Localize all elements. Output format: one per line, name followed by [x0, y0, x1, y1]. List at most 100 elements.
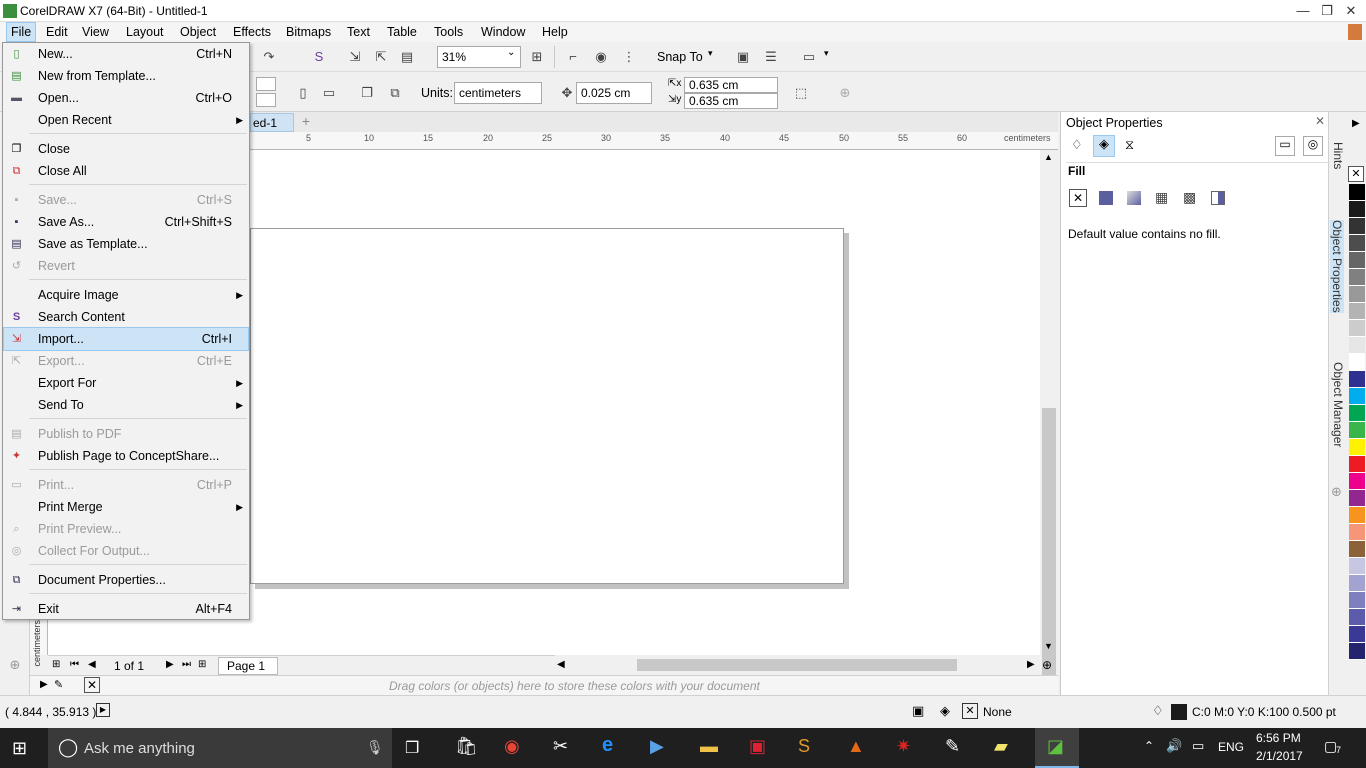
menu-item-open-recent[interactable]: Open Recent ▶ [4, 109, 248, 131]
color-swatch[interactable] [1349, 507, 1365, 524]
menu-item-open[interactable]: ▬ Open... Ctrl+O [4, 87, 248, 109]
color-swatch[interactable] [1349, 184, 1365, 201]
menu-item-save-as-template[interactable]: ▤ Save as Template... [4, 233, 248, 255]
color-swatch[interactable] [1349, 473, 1365, 490]
color-swatch[interactable] [1349, 286, 1365, 303]
horizontal-ruler[interactable]: 5 10 15 20 25 30 35 40 45 50 55 60 centi… [250, 132, 1058, 150]
export-icon[interactable]: ⇱ [370, 46, 392, 68]
microphone-icon[interactable]: 🎙 [366, 739, 384, 756]
grid-icon[interactable]: ◉ [590, 46, 612, 68]
all-pages-icon[interactable]: ❐ [356, 82, 378, 104]
add-tool-icon[interactable]: ⊕ [4, 654, 26, 676]
color-swatch[interactable] [1349, 609, 1365, 626]
menu-object[interactable]: Object [176, 22, 220, 42]
pattern-fill-icon[interactable]: ▦ [1155, 189, 1168, 206]
add-page-after-icon[interactable]: ⊞ [198, 659, 206, 670]
menu-item-close-all[interactable]: ⧉ Close All [4, 160, 248, 182]
menu-item-revert[interactable]: ↺ Revert [4, 255, 248, 277]
task-view-icon[interactable]: ❐ [405, 738, 419, 758]
volume-icon[interactable]: 🔊 [1166, 738, 1182, 754]
vertical-scrollbar[interactable]: ▲ ▼ [1040, 150, 1058, 700]
color-swatch[interactable] [1349, 524, 1365, 541]
no-fill-icon[interactable]: ✕ [1069, 189, 1087, 207]
fountain-fill-icon[interactable] [1127, 191, 1141, 205]
tab-object-manager[interactable]: Object Manager [1331, 362, 1345, 447]
eyedropper-icon[interactable]: ✎ [54, 678, 63, 691]
menu-item-document-properties[interactable]: ⧉ Document Properties... [4, 569, 248, 591]
menu-item-print-merge[interactable]: Print Merge ▶ [4, 496, 248, 518]
gimp-icon[interactable]: ✎ [945, 736, 960, 757]
guidelines-icon[interactable]: ⋮ [618, 46, 640, 68]
clock-date[interactable]: 2/1/2017 [1256, 749, 1303, 763]
menu-bitmaps[interactable]: Bitmaps [282, 22, 335, 42]
rulers-icon[interactable]: ⌐ [562, 46, 584, 68]
color-swatch[interactable] [1349, 558, 1365, 575]
media-player-icon[interactable]: ▶ [650, 736, 664, 757]
chrome-icon[interactable]: ◉ [504, 736, 520, 757]
tab-object-properties[interactable]: Object Properties [1330, 220, 1344, 313]
page-height-spinner[interactable] [256, 93, 276, 107]
color-swatch[interactable] [1349, 354, 1365, 371]
app-icon[interactable]: ✷ [896, 736, 911, 757]
menu-item-publish-conceptshare[interactable]: ✦ Publish Page to ConceptShare... [4, 445, 248, 467]
application-launcher-icon[interactable]: ▭ [798, 46, 820, 68]
file-explorer-icon[interactable]: ▬ [700, 736, 718, 757]
tab-hints[interactable]: Hints [1331, 142, 1345, 169]
landscape-icon[interactable]: ▭ [318, 82, 340, 104]
menu-item-exit[interactable]: ⇥ Exit Alt+F4 [4, 598, 248, 620]
color-swatch[interactable] [1349, 626, 1365, 643]
menu-table[interactable]: Table [383, 22, 421, 42]
horizontal-scrollbar[interactable]: ◀ ▶ [555, 655, 1040, 675]
no-color-swatch[interactable]: ✕ [1348, 166, 1364, 182]
menu-item-import[interactable]: ⇲ Import... Ctrl+I [3, 327, 249, 351]
menu-item-new-from-template[interactable]: ▤ New from Template... [4, 65, 248, 87]
show-hidden-icons[interactable]: ⌃ [1144, 739, 1154, 753]
page-width-spinner[interactable] [256, 77, 276, 91]
clock-time[interactable]: 6:56 PM [1256, 731, 1301, 745]
paint-icon[interactable]: ✂ [553, 736, 568, 757]
menu-tools[interactable]: Tools [430, 22, 467, 42]
zoom-page-icon[interactable]: ⊞ [526, 46, 548, 68]
palette-scroll-icon[interactable]: ▶ [1352, 118, 1360, 129]
add-docker-icon[interactable]: ⊕ [1331, 484, 1342, 500]
menu-item-send-to[interactable]: Send To ▶ [4, 394, 248, 416]
uniform-fill-icon[interactable] [1099, 191, 1113, 205]
search-content-icon[interactable]: S [308, 46, 330, 68]
color-swatch[interactable] [1349, 337, 1365, 354]
next-page-icon[interactable]: ▶ [166, 659, 174, 670]
camera-icon[interactable]: ▣ [912, 703, 924, 719]
publish-pdf-icon[interactable]: ▤ [396, 46, 418, 68]
edge-icon[interactable]: e [602, 734, 613, 757]
color-swatch[interactable] [1349, 269, 1365, 286]
matlab-icon[interactable]: ▲ [847, 736, 865, 757]
coreldraw-taskbar-button[interactable]: ◪ [1035, 728, 1079, 768]
welcome-screen-icon[interactable]: ▣ [732, 46, 754, 68]
color-swatch[interactable] [1349, 303, 1365, 320]
scroll-up-icon[interactable]: ▲ [1044, 152, 1053, 162]
no-color-swatch[interactable]: ✕ [84, 677, 100, 693]
preview-icon[interactable]: ◎ [1303, 136, 1323, 156]
menu-item-close[interactable]: ❐ Close [4, 138, 248, 160]
menu-item-search-content[interactable]: S Search Content [4, 306, 248, 328]
menu-effects[interactable]: Effects [229, 22, 275, 42]
zoom-navigator-icon[interactable]: ⊕ [1042, 658, 1052, 672]
color-swatch[interactable] [1349, 201, 1365, 218]
page-tab[interactable]: Page 1 [218, 657, 278, 675]
add-icon[interactable]: ⊕ [834, 82, 856, 104]
treat-as-filled-icon[interactable]: ⬚ [790, 82, 812, 104]
menu-text[interactable]: Text [343, 22, 374, 42]
menu-item-print[interactable]: ▭ Print... Ctrl+P [4, 474, 248, 496]
transparency-icon[interactable]: ⧖ [1125, 137, 1147, 157]
play-icon[interactable]: ▶ [96, 703, 110, 717]
menu-edit[interactable]: Edit [42, 22, 72, 42]
color-swatch[interactable] [1349, 218, 1365, 235]
outline-icon[interactable]: ♢ [1071, 137, 1093, 157]
current-page-icon[interactable]: ⧉ [384, 82, 406, 104]
portrait-icon[interactable]: ▯ [292, 82, 314, 104]
redo-icon[interactable]: ↷ [258, 46, 280, 68]
scroll-left-icon[interactable]: ◀ [557, 659, 565, 670]
scribus-icon[interactable]: S [798, 736, 810, 757]
color-swatch[interactable] [1349, 592, 1365, 609]
document-tab[interactable]: ed-1 [250, 113, 294, 132]
menu-item-save[interactable]: ▪ Save... Ctrl+S [4, 189, 248, 211]
